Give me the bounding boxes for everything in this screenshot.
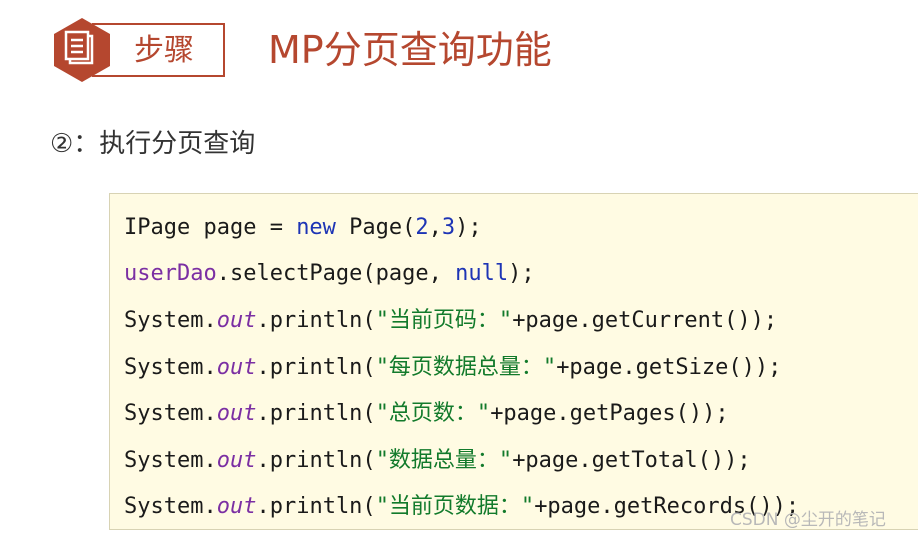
code-text: +page.getCurrent()); [512, 308, 778, 333]
code-string: "总页数：" [375, 401, 491, 426]
code-text: .println( [256, 494, 376, 519]
code-string: "当前页码：" [375, 308, 513, 333]
document-icon [54, 18, 110, 82]
code-text: .println( [256, 355, 376, 380]
code-line-6: System.out.println("数据总量："+page.getTotal… [124, 446, 751, 476]
page-title: MP分页查询功能 [268, 28, 552, 72]
code-static-field: out [216, 308, 257, 333]
code-string: "数据总量：" [375, 448, 513, 473]
code-line-3: System.out.println("当前页码："+page.getCurre… [124, 306, 777, 336]
code-text: System. [124, 448, 217, 473]
code-keyword: new [296, 215, 336, 240]
code-text: +page.getPages()); [490, 401, 729, 426]
code-static-field: out [216, 401, 257, 426]
code-text: .println( [256, 308, 376, 333]
code-text: System. [124, 494, 217, 519]
code-text: ); [508, 261, 535, 286]
code-line-5: System.out.println("总页数："+page.getPages(… [124, 399, 729, 429]
code-number: 3 [441, 215, 456, 240]
step-label: 步骤 [134, 33, 194, 68]
code-block: IPage page = new Page(2,3); userDao.sele… [109, 193, 918, 530]
code-string: "每页数据总量：" [375, 355, 557, 380]
code-line-7: System.out.println("当前页数据："+page.getReco… [124, 492, 799, 522]
code-string: "当前页数据：" [375, 494, 535, 519]
code-text: .println( [256, 401, 376, 426]
code-text: .println( [256, 448, 376, 473]
code-line-2: userDao.selectPage(page, null); [124, 259, 535, 289]
code-static-field: out [216, 494, 257, 519]
code-line-1: IPage page = new Page(2,3); [124, 213, 482, 243]
section-subheading: ②：执行分页查询 [50, 129, 256, 159]
code-text: +page.getTotal()); [512, 448, 751, 473]
code-text: ); [455, 215, 482, 240]
watermark: CSDN @尘开的笔记 [730, 510, 886, 530]
code-text: Page( [335, 215, 416, 240]
code-static-field: out [216, 355, 257, 380]
code-keyword: null [455, 261, 509, 286]
code-field: userDao [124, 261, 217, 286]
code-text: , [428, 215, 442, 240]
code-text: .selectPage(page, [216, 261, 456, 286]
code-static-field: out [216, 448, 257, 473]
code-line-4: System.out.println("每页数据总量："+page.getSiz… [124, 353, 781, 383]
code-text: System. [124, 355, 217, 380]
code-text: System. [124, 308, 217, 333]
code-text: IPage page = [124, 215, 297, 240]
code-text: System. [124, 401, 217, 426]
code-text: +page.getSize()); [556, 355, 782, 380]
code-number: 2 [415, 215, 429, 240]
